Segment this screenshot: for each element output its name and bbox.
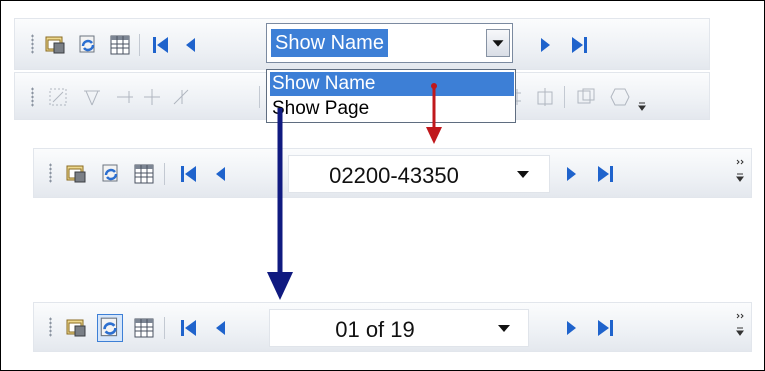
annotation-arrows <box>267 83 442 300</box>
red-arrow <box>426 83 442 144</box>
blue-arrow <box>267 108 293 300</box>
